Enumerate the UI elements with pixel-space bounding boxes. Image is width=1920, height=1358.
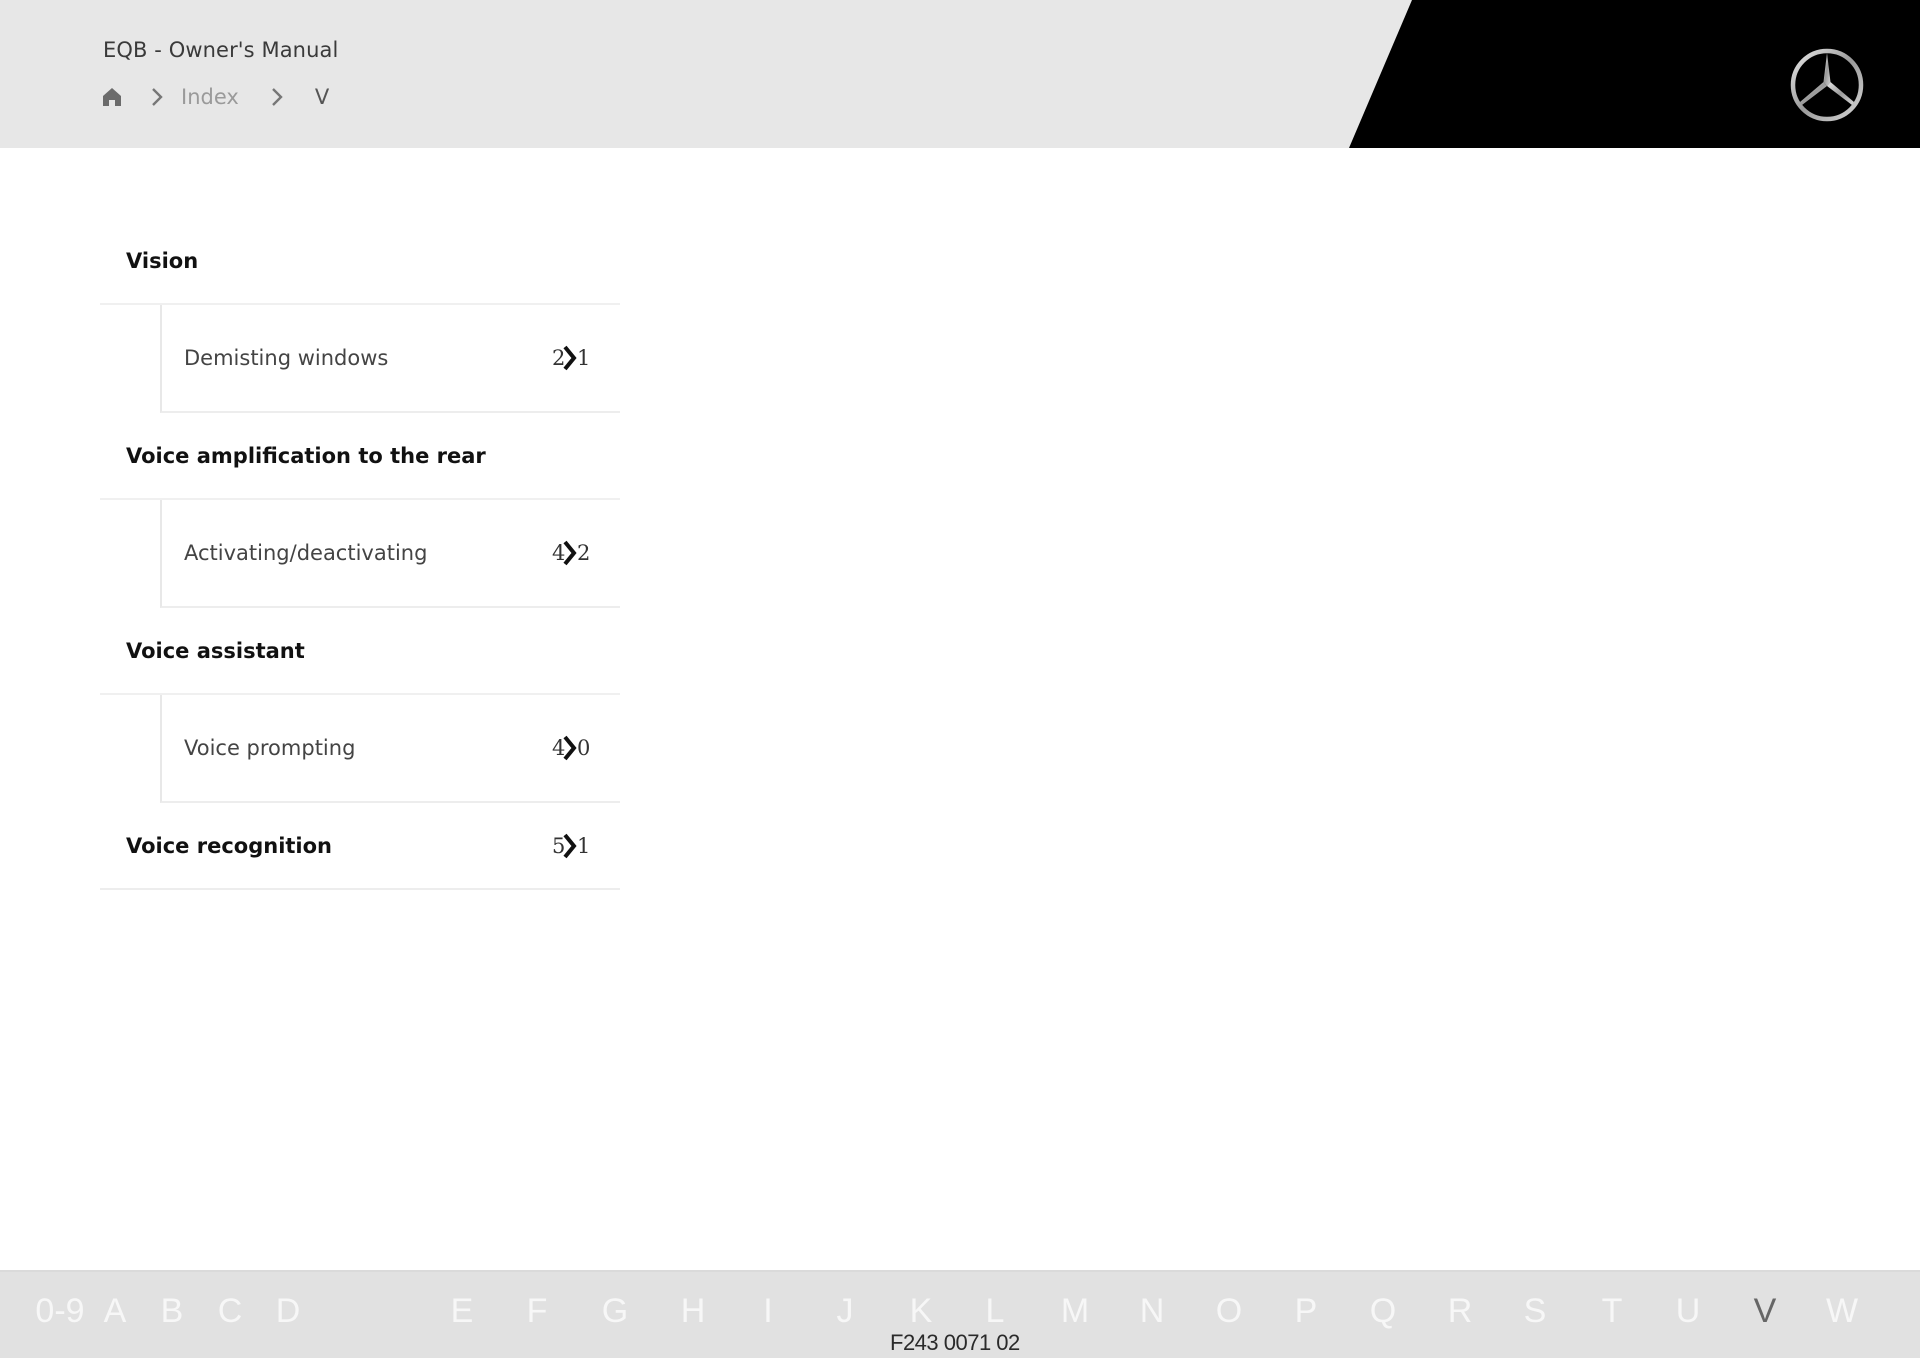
index-entry-label: Voice prompting [184,736,356,760]
index-sublist: Activating/deactivating 4 2 [100,498,620,608]
page-reference[interactable]: 5 1 [552,831,592,861]
index-group-title: Voice assistant [126,638,305,663]
alphabet-letter-d[interactable]: D [276,1292,301,1331]
alphabet-bar: 0-9 A B C D E F G H I J K L M N O P Q R S T U V W F243 0071 02 [0,1270,1920,1358]
index-list: Vision Demisting windows 2 1 Voice ampli… [100,218,620,890]
alphabet-letter-j[interactable]: J [837,1292,854,1331]
page-digit: 1 [577,346,591,370]
alphabet-letter-p[interactable]: P [1295,1292,1318,1331]
page-digit: 2 [577,541,591,565]
breadcrumb-index-link[interactable]: Index [181,85,239,109]
index-sublist: Demisting windows 2 1 [100,303,620,413]
header-black-panel [1349,0,1920,148]
document-code: F243 0071 02 [890,1330,1020,1355]
alphabet-letter-u[interactable]: U [1676,1292,1701,1331]
alphabet-letter-a[interactable]: A [104,1292,127,1331]
chevron-right-icon [269,87,285,107]
alphabet-letter-k[interactable]: K [910,1292,933,1331]
page-reference[interactable]: 2 1 [552,343,592,373]
chevron-right-icon [563,735,577,761]
alphabet-letter-e[interactable]: E [451,1292,474,1331]
mercedes-star-logo-icon[interactable] [1788,46,1866,124]
alphabet-letter-l[interactable]: L [986,1292,1005,1331]
chevron-right-icon [563,345,577,371]
index-group: Vision Demisting windows 2 1 [100,218,620,413]
alphabet-letter-w[interactable]: W [1826,1292,1858,1331]
index-group-title: Vision [126,248,199,273]
alphabet-letter-v[interactable]: V [1754,1292,1777,1331]
index-group: Voice assistant Voice prompting 4 0 [100,608,620,803]
divider [100,888,620,890]
alphabet-letter-t[interactable]: T [1602,1292,1623,1331]
alphabet-letter-r[interactable]: R [1448,1292,1473,1331]
chevron-right-icon [563,540,577,566]
alphabet-letter-o[interactable]: O [1216,1292,1242,1331]
alphabet-letter-s[interactable]: S [1524,1292,1547,1331]
index-sublist: Voice prompting 4 0 [100,693,620,803]
index-entry-activating-deactivating[interactable]: Activating/deactivating 4 2 [160,500,620,608]
chevron-right-icon [149,87,165,107]
chevron-right-icon [563,833,577,858]
page-digit: 0 [577,736,591,760]
index-entry-label: Activating/deactivating [184,541,428,565]
alphabet-letter-f[interactable]: F [527,1292,548,1331]
breadcrumb: Index V [101,82,329,112]
breadcrumb-current: V [314,85,330,109]
page-reference[interactable]: 4 2 [552,538,592,568]
index-group: Voice recognition 5 1 [100,803,620,890]
alphabet-letter-n[interactable]: N [1140,1292,1165,1331]
alphabet-letter-0-9[interactable]: 0-9 [35,1292,84,1331]
alphabet-letter-q[interactable]: Q [1370,1292,1396,1331]
page-digit: 1 [577,833,591,858]
alphabet-letter-i[interactable]: I [763,1292,772,1331]
page-reference[interactable]: 4 0 [552,733,592,763]
header: EQB - Owner's Manual Index V [0,0,1920,148]
alphabet-letter-h[interactable]: H [681,1292,706,1331]
alphabet-letter-c[interactable]: C [218,1292,243,1331]
index-entry-voice-recognition[interactable]: Voice recognition 5 1 [100,803,620,888]
index-entry-voice-prompting[interactable]: Voice prompting 4 0 [160,695,620,803]
alphabet-letter-b[interactable]: B [161,1292,184,1331]
index-entry-demisting-windows[interactable]: Demisting windows 2 1 [160,305,620,413]
index-group: Voice amplification to the rear Activati… [100,413,620,608]
alphabet-letter-m[interactable]: M [1061,1292,1089,1331]
home-icon[interactable] [101,86,123,108]
app-title: EQB - Owner's Manual [103,38,339,62]
alphabet-letter-g[interactable]: G [602,1292,628,1331]
index-group-title: Voice amplification to the rear [126,443,486,468]
index-entry-label: Demisting windows [184,346,389,370]
index-group-title: Voice recognition [126,833,333,858]
